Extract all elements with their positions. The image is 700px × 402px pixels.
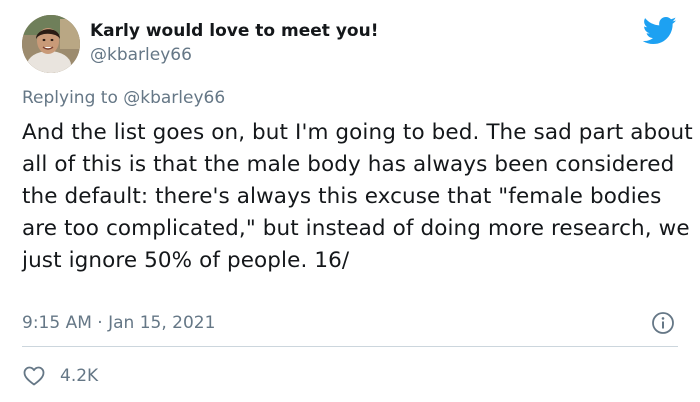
avatar[interactable] [22, 15, 80, 73]
author-handle[interactable]: @kbarley66 [90, 45, 192, 65]
like-count[interactable]: 4.2K [60, 366, 98, 386]
replying-to-label: Replying to [22, 88, 118, 108]
tweet-timestamp[interactable]: 9:15 AM · Jan 15, 2021 [22, 313, 215, 333]
info-icon[interactable] [651, 311, 675, 335]
replying-to: Replying to @kbarley66 [22, 88, 225, 108]
author-display-name[interactable]: Karly would love to meet you! [90, 21, 378, 41]
replying-to-mention[interactable]: @kbarley66 [123, 88, 225, 108]
avatar-image [22, 15, 80, 73]
twitter-bird-icon[interactable] [643, 16, 677, 46]
heart-icon[interactable] [22, 364, 46, 388]
tweet-text: And the list goes on, but I'm going to b… [22, 120, 693, 273]
divider [22, 346, 678, 347]
